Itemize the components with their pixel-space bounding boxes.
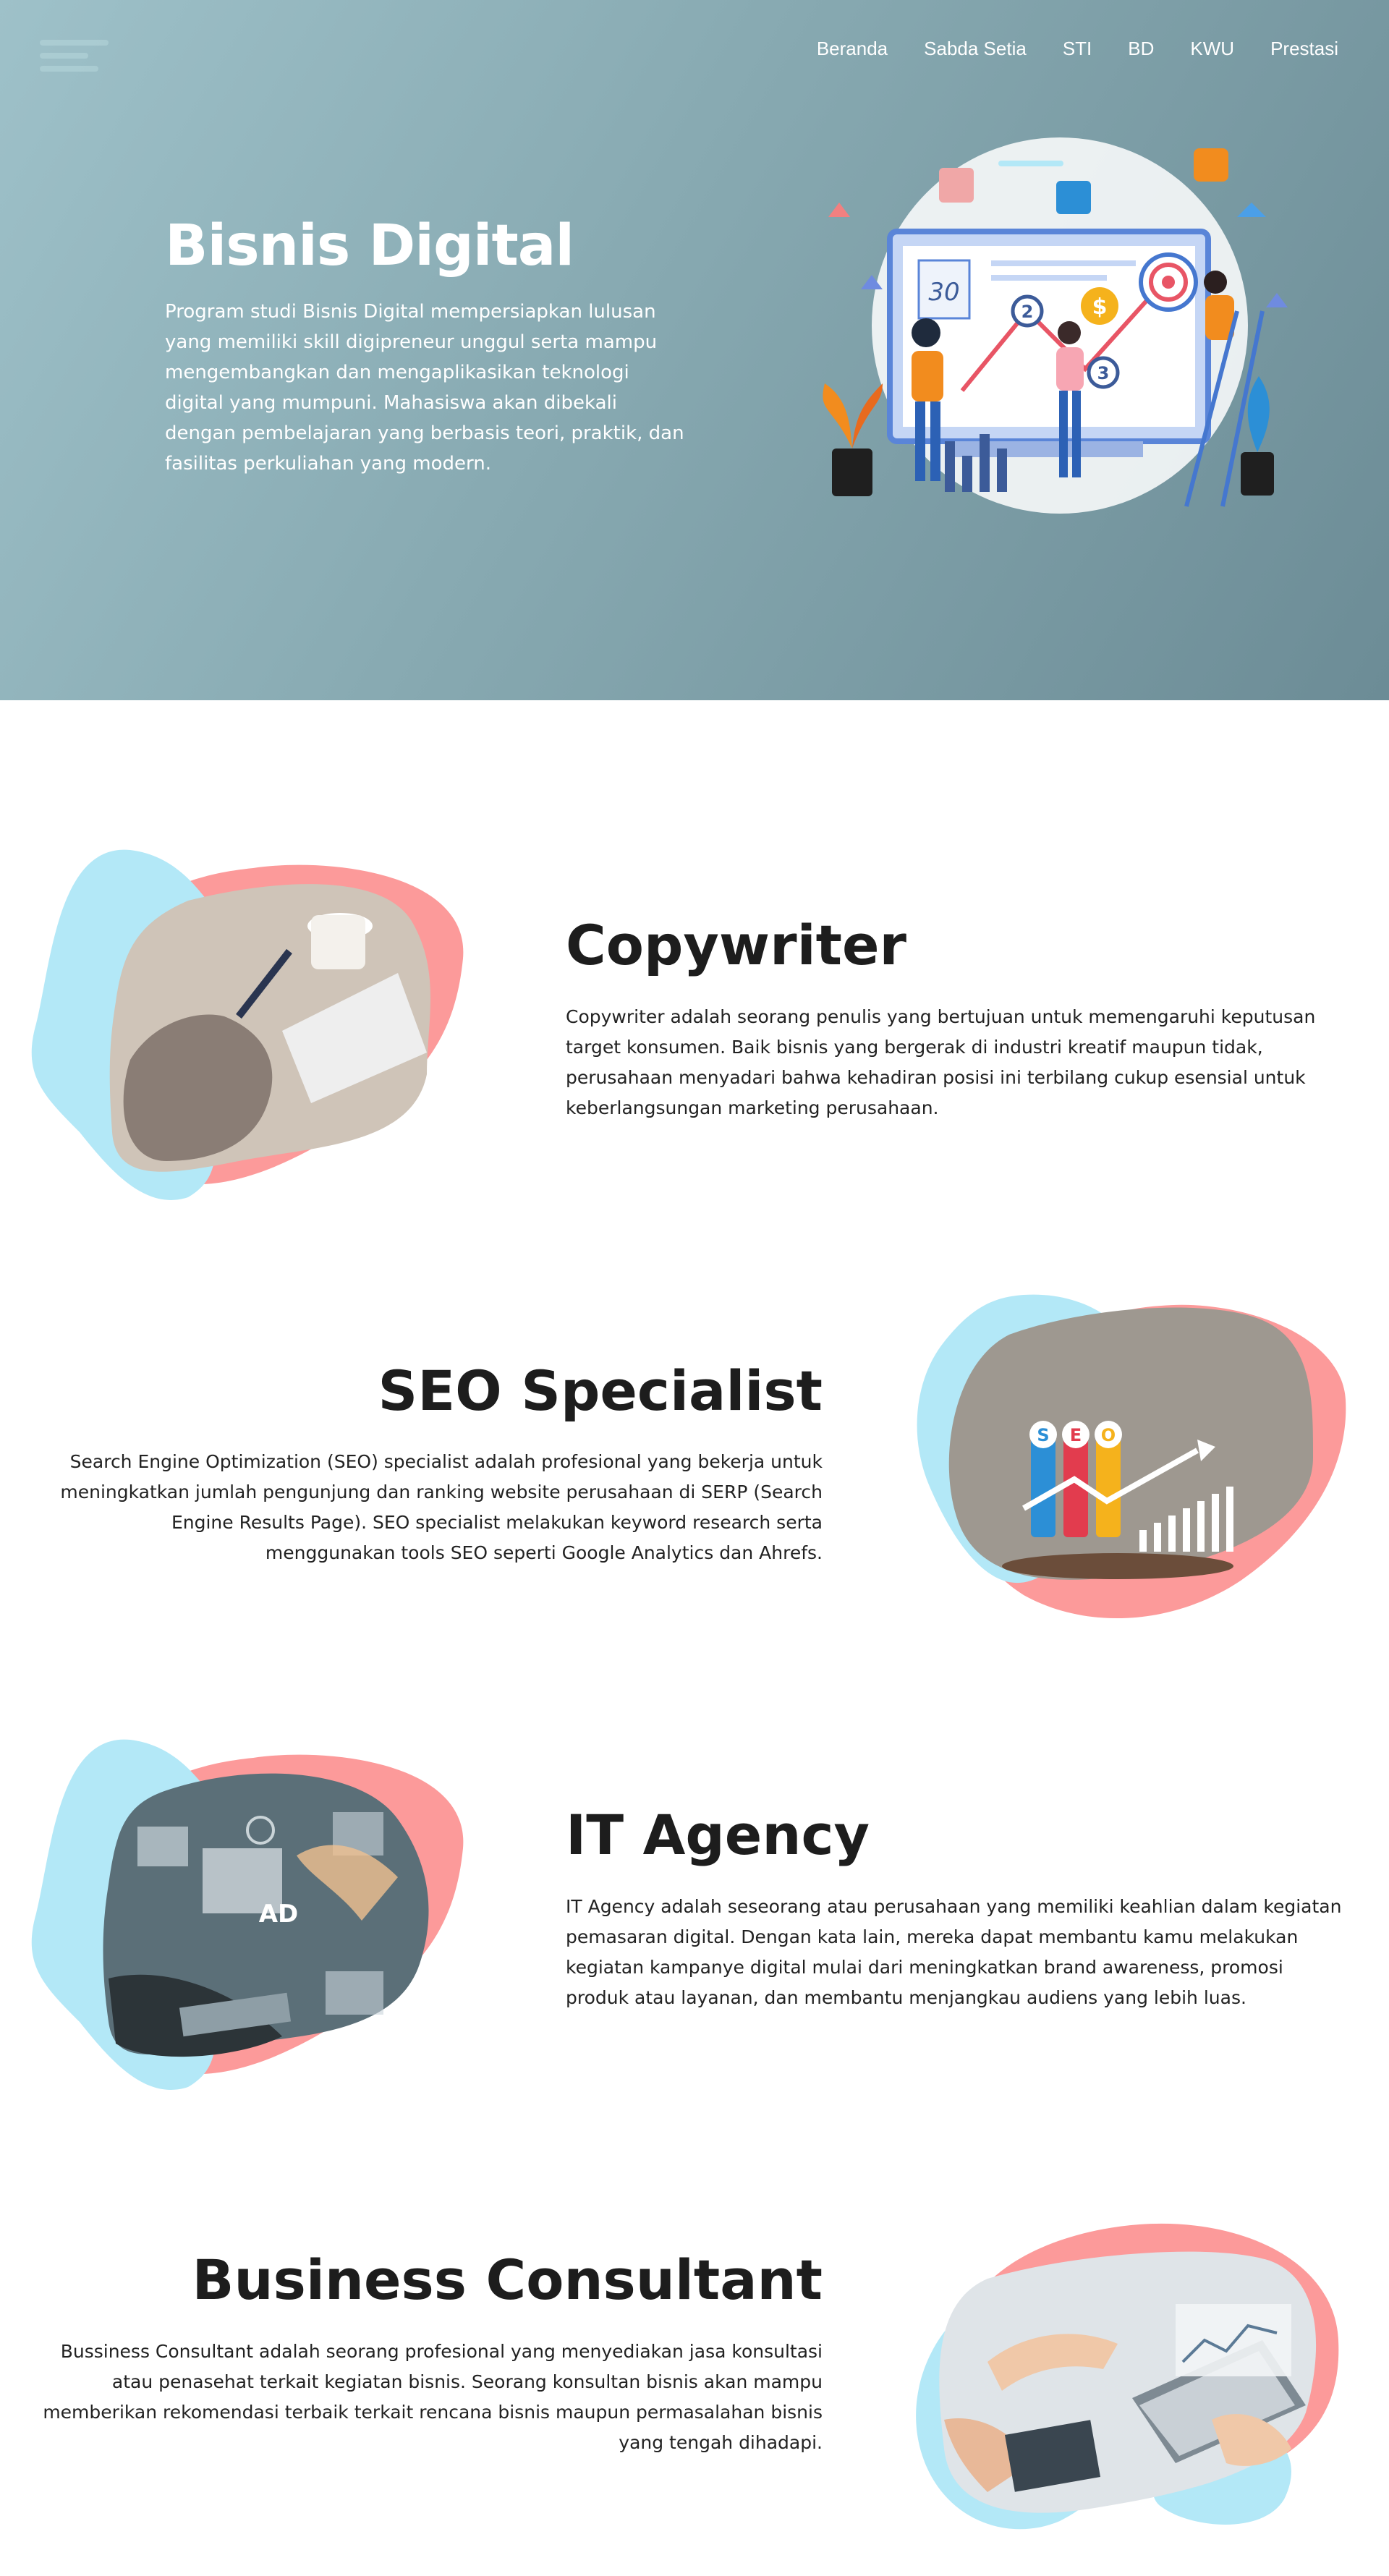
nav-sabda-setia[interactable]: Sabda Setia (924, 38, 1027, 60)
hero-title: Bisnis Digital (165, 213, 574, 279)
ad-label: AD (259, 1900, 299, 1929)
svg-text:2: 2 (1021, 302, 1034, 322)
main-nav: Beranda Sabda Setia STI BD KWU Prestasi (781, 38, 1338, 60)
it-agency-description: IT Agency adalah seseorang atau perusaha… (566, 1896, 1342, 2008)
hero-section: Beranda Sabda Setia STI BD KWU Prestasi … (0, 0, 1389, 700)
it-agency-title: IT Agency (566, 1803, 870, 1867)
business-consultant-title: Business Consultant (192, 2248, 823, 2312)
seo-letter-o: O (1101, 1425, 1116, 1445)
it-agency-image: AD (22, 1733, 470, 2094)
hero-description: Program studi Bisnis Digital mempersiapk… (165, 301, 684, 475)
nav-kwu[interactable]: KWU (1190, 38, 1234, 60)
nav-prestasi[interactable]: Prestasi (1270, 38, 1338, 60)
calendar-number: 30 (928, 278, 959, 307)
copywriter-title: Copywriter (566, 913, 907, 977)
nav-sti[interactable]: STI (1063, 38, 1092, 60)
copywriter-image (22, 843, 470, 1204)
seo-title: SEO Specialist (378, 1359, 823, 1423)
seo-description: Search Engine Optimization (SEO) special… (60, 1451, 823, 1563)
digital-marketing-illustration: 30 2 3 $ (810, 130, 1302, 514)
nav-beranda[interactable]: Beranda (817, 38, 888, 60)
business-consultant-description: Bussiness Consultant adalah seorang prof… (43, 2341, 823, 2453)
svg-text:3: 3 (1097, 363, 1110, 383)
copywriter-description: Copywriter adalah seorang penulis yang b… (566, 1006, 1316, 1118)
nav-bd[interactable]: BD (1128, 38, 1154, 60)
svg-text:$: $ (1092, 294, 1108, 320)
seo-letter-e: E (1070, 1425, 1082, 1445)
seo-letter-s: S (1037, 1425, 1049, 1445)
site-logo[interactable] (40, 40, 109, 83)
seo-image: S E O (908, 1291, 1349, 1624)
business-consultant-image (901, 2217, 1349, 2535)
